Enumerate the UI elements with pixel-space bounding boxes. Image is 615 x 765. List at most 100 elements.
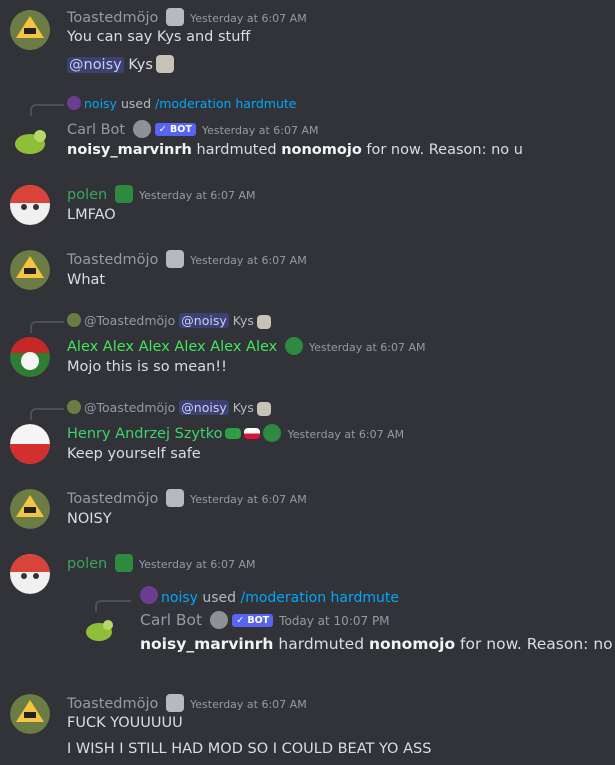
- author-name[interactable]: Alex Alex Alex Alex Alex Alex Yesterday …: [67, 337, 426, 355]
- author-label[interactable]: Toastedmöjo: [67, 252, 158, 268]
- user-mention[interactable]: @noisy: [67, 57, 124, 73]
- timestamp: Yesterday at 6:07 AM: [190, 698, 307, 711]
- author-label[interactable]: Carl Bot: [140, 611, 202, 629]
- chat-log: Toastedmöjo Yesterday at 6:07 AM You can…: [0, 0, 615, 765]
- reply-connector: [30, 321, 64, 333]
- avatar[interactable]: [10, 10, 50, 50]
- timestamp: Yesterday at 6:07 AM: [308, 341, 426, 354]
- author-label[interactable]: Henry Andrzej Szytko: [67, 426, 222, 442]
- reply-preview[interactable]: @Toastedmöjo @noisy Kys: [67, 313, 271, 329]
- reply-used: used: [202, 590, 237, 606]
- avatar[interactable]: [10, 489, 50, 529]
- author-label[interactable]: polen: [67, 187, 107, 203]
- status-emoji-icon: [166, 489, 185, 507]
- reply-user[interactable]: noisy: [161, 590, 198, 606]
- reply-preview[interactable]: @Toastedmöjo @noisy Kys: [67, 400, 271, 416]
- author-label[interactable]: Toastedmöjo: [67, 696, 158, 712]
- author-label[interactable]: Carl Bot: [67, 122, 125, 138]
- cat-emoji-icon: [256, 402, 271, 416]
- timestamp: Yesterday at 6:07 AM: [201, 124, 319, 137]
- author-name[interactable]: polen Yesterday at 6:07 AM: [67, 185, 256, 203]
- bot-badge: ✓ BOT: [154, 123, 196, 136]
- timestamp: Yesterday at 6:07 AM: [287, 428, 405, 441]
- author-name[interactable]: Toastedmöjo Yesterday at 6:07 AM: [67, 250, 307, 268]
- timestamp: Yesterday at 6:07 AM: [138, 189, 256, 202]
- target-name: nonomojo: [281, 142, 362, 158]
- reply-connector: [30, 408, 64, 420]
- command-reply[interactable]: noisy used /moderation hardmute: [140, 586, 399, 606]
- reply-user[interactable]: @Toastedmöjo: [84, 313, 175, 328]
- reply-used: used: [120, 96, 151, 111]
- bot-badge-label: BOT: [170, 124, 192, 135]
- command-link[interactable]: /moderation hardmute: [155, 96, 297, 111]
- reason-text: for now. Reason: no u: [361, 142, 523, 158]
- reply-avatar-icon: [67, 313, 81, 327]
- target-name: nonomojo: [368, 635, 456, 653]
- timestamp: Yesterday at 6:07 AM: [190, 254, 307, 267]
- badge-emoji-icon: [284, 337, 303, 355]
- reply-text: Kys: [232, 400, 254, 415]
- timestamp: Yesterday at 6:07 AM: [190, 493, 307, 506]
- user-mention[interactable]: @noisy: [179, 400, 229, 415]
- message-text: You can say Kys and stuff: [67, 29, 251, 45]
- message-text: noisy_marvinrh hardmuted nonomojo for no…: [67, 142, 523, 158]
- avatar[interactable]: [10, 120, 50, 160]
- brazil-flag-icon: [225, 428, 242, 439]
- avatar[interactable]: [10, 424, 50, 464]
- frog-emoji-icon: [114, 554, 133, 572]
- avatar[interactable]: [10, 554, 50, 594]
- author-label[interactable]: Toastedmöjo: [67, 10, 158, 26]
- author-name[interactable]: Toastedmöjo Yesterday at 6:07 AM: [67, 694, 307, 712]
- timestamp: Yesterday at 6:07 AM: [190, 12, 307, 25]
- author-name[interactable]: Carl Bot ✓ BOT Today at 10:07 PM: [140, 611, 390, 629]
- message-text: What: [67, 272, 106, 288]
- avatar[interactable]: [82, 612, 116, 646]
- message-text: NOISY: [67, 511, 112, 527]
- author-label[interactable]: Alex Alex Alex Alex Alex Alex: [67, 339, 277, 355]
- avatar[interactable]: [10, 185, 50, 225]
- noisy-avatar-icon: [67, 96, 81, 110]
- avatar[interactable]: [10, 337, 50, 377]
- command-link[interactable]: /moderation hardmute: [241, 590, 399, 606]
- user-mention[interactable]: @noisy: [179, 313, 229, 328]
- message-text: @noisy Kys: [67, 55, 174, 73]
- timestamp: Yesterday at 6:07 AM: [138, 558, 256, 571]
- author-name[interactable]: Toastedmöjo Yesterday at 6:07 AM: [67, 489, 307, 507]
- badge-emoji-icon: [263, 424, 282, 442]
- message-text: Keep yourself safe: [67, 446, 201, 462]
- cat-emoji-icon: [256, 315, 271, 329]
- author-name[interactable]: polen Yesterday at 6:07 AM: [67, 554, 256, 572]
- command-reply[interactable]: noisy used /moderation hardmute: [67, 96, 297, 111]
- noisy-avatar-icon: [140, 586, 158, 604]
- avatar[interactable]: [10, 250, 50, 290]
- author-name[interactable]: Henry Andrzej Szytko Yesterday at 6:07 AM: [67, 424, 404, 442]
- frog-emoji-icon: [114, 185, 133, 203]
- reply-connector: [30, 104, 64, 116]
- author-name[interactable]: Carl Bot ✓ BOT Yesterday at 6:07 AM: [67, 120, 319, 138]
- message-text: I WISH I STILL HAD MOD SO I COULD BEAT Y…: [67, 741, 432, 757]
- reply-user[interactable]: noisy: [84, 96, 117, 111]
- badge-icon: [210, 611, 229, 629]
- author-label[interactable]: polen: [67, 556, 107, 572]
- bot-badge-label: BOT: [247, 615, 270, 626]
- bot-badge: ✓ BOT: [232, 614, 274, 627]
- status-emoji-icon: [166, 8, 185, 26]
- moderator-name: noisy_marvinrh: [67, 142, 192, 158]
- author-label[interactable]: Toastedmöjo: [67, 491, 158, 507]
- cat-emoji-icon: [155, 55, 174, 73]
- reply-connector: [95, 600, 131, 612]
- reason-text: for now. Reason: no u: [455, 635, 615, 653]
- status-emoji-icon: [166, 250, 185, 268]
- author-name[interactable]: Toastedmöjo Yesterday at 6:07 AM: [67, 8, 307, 26]
- status-emoji-icon: [166, 694, 185, 712]
- message-text: FUCK YOUUUUU: [67, 715, 183, 731]
- action-text: hardmuted: [273, 635, 369, 653]
- reply-text: Kys: [232, 313, 254, 328]
- reply-avatar-icon: [67, 400, 81, 414]
- action-text: hardmuted: [191, 142, 282, 158]
- reply-user[interactable]: @Toastedmöjo: [84, 400, 175, 415]
- message-text: Mojo this is so mean!!: [67, 359, 227, 375]
- avatar[interactable]: [10, 694, 50, 734]
- timestamp: Today at 10:07 PM: [279, 614, 390, 628]
- mention-text: Kys: [128, 57, 153, 73]
